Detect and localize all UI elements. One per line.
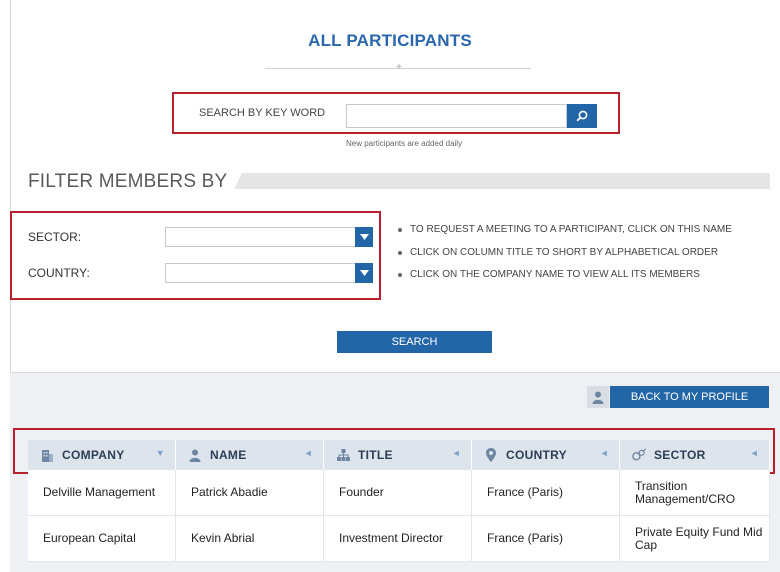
sort-left-icon[interactable]: ◄ <box>600 448 609 458</box>
filter-heading-bar <box>234 173 770 189</box>
building-icon <box>40 448 54 462</box>
table-row: Delville Management Patrick Abadie Found… <box>28 470 770 516</box>
title-cell: Founder <box>324 470 472 515</box>
sort-left-icon[interactable]: ◄ <box>452 448 461 458</box>
column-header-label: NAME <box>210 448 247 462</box>
column-header-label: COMPANY <box>62 448 125 462</box>
instruction-item: CLICK ON COLUMN TITLE TO SHORT BY ALPHAB… <box>398 247 768 259</box>
sector-label: SECTOR: <box>28 230 82 244</box>
column-header-name[interactable]: NAME ◄ <box>176 440 324 470</box>
chevron-down-icon[interactable] <box>355 227 373 247</box>
divider-ornament-icon: ✦ <box>394 62 404 73</box>
user-icon[interactable] <box>587 386 609 408</box>
org-chart-icon <box>336 448 350 462</box>
column-header-title[interactable]: TITLE ◄ <box>324 440 472 470</box>
bullet-icon <box>398 273 402 277</box>
gender-symbols-icon <box>632 448 646 462</box>
sector-cell: Transition Management/CRO <box>620 470 770 515</box>
instructions-list: TO REQUEST A MEETING TO A PARTICIPANT, C… <box>398 224 768 292</box>
column-header-label: TITLE <box>358 448 393 462</box>
sort-left-icon[interactable]: ◄ <box>304 448 313 458</box>
instruction-item: CLICK ON THE COMPANY NAME TO VIEW ALL IT… <box>398 269 768 281</box>
name-cell[interactable]: Kevin Abrial <box>176 516 324 561</box>
country-cell: France (Paris) <box>472 516 620 561</box>
company-cell[interactable]: Delville Management <box>28 470 176 515</box>
search-hint: New participants are added daily <box>346 139 463 148</box>
search-button[interactable] <box>567 104 597 128</box>
sort-left-icon[interactable]: ◄ <box>750 448 759 458</box>
instruction-text: TO REQUEST A MEETING TO A PARTICIPANT, C… <box>410 224 732 235</box>
column-header-sector[interactable]: SECTOR ◄ <box>620 440 770 470</box>
country-label: COUNTRY: <box>28 266 90 280</box>
filter-heading: FILTER MEMBERS BY <box>28 171 228 192</box>
participants-table: COMPANY ▼ NAME ◄ TITLE ◄ COUNTRY ◄ SECTO… <box>28 440 770 562</box>
table-body: Delville Management Patrick Abadie Found… <box>28 470 770 562</box>
country-select[interactable] <box>165 263 373 283</box>
page-title: ALL PARTICIPANTS <box>308 31 472 50</box>
bullet-icon <box>398 250 402 255</box>
search-input[interactable] <box>346 104 567 128</box>
sector-cell: Private Equity Fund Mid Cap <box>620 516 770 561</box>
back-to-profile-button[interactable]: BACK TO MY PROFILE <box>610 386 769 408</box>
chevron-down-icon[interactable] <box>355 263 373 283</box>
instruction-item: TO REQUEST A MEETING TO A PARTICIPANT, C… <box>398 224 768 236</box>
title-cell: Investment Director <box>324 516 472 561</box>
country-cell: France (Paris) <box>472 470 620 515</box>
filter-search-button[interactable]: SEARCH <box>337 331 492 353</box>
sort-down-icon[interactable]: ▼ <box>156 448 165 458</box>
location-pin-icon <box>484 448 498 462</box>
bullet-icon <box>398 228 402 232</box>
instruction-text: CLICK ON COLUMN TITLE TO SHORT BY ALPHAB… <box>410 246 719 258</box>
instruction-text: CLICK ON THE COMPANY NAME TO VIEW ALL IT… <box>410 269 700 280</box>
column-header-label: SECTOR <box>654 448 706 462</box>
company-cell[interactable]: European Capital <box>28 516 176 561</box>
column-header-company[interactable]: COMPANY ▼ <box>28 440 176 470</box>
panel-divider <box>10 372 780 373</box>
user-icon <box>188 448 202 462</box>
table-header: COMPANY ▼ NAME ◄ TITLE ◄ COUNTRY ◄ SECTO… <box>28 440 770 470</box>
filter-highlight-box <box>10 211 381 300</box>
table-row: European Capital Kevin Abrial Investment… <box>28 516 770 562</box>
search-label: SEARCH BY KEY WORD <box>199 107 326 119</box>
column-header-label: COUNTRY <box>506 448 567 462</box>
search-icon <box>576 110 588 122</box>
name-cell[interactable]: Patrick Abadie <box>176 470 324 515</box>
column-header-country[interactable]: COUNTRY ◄ <box>472 440 620 470</box>
sector-select[interactable] <box>165 227 373 247</box>
